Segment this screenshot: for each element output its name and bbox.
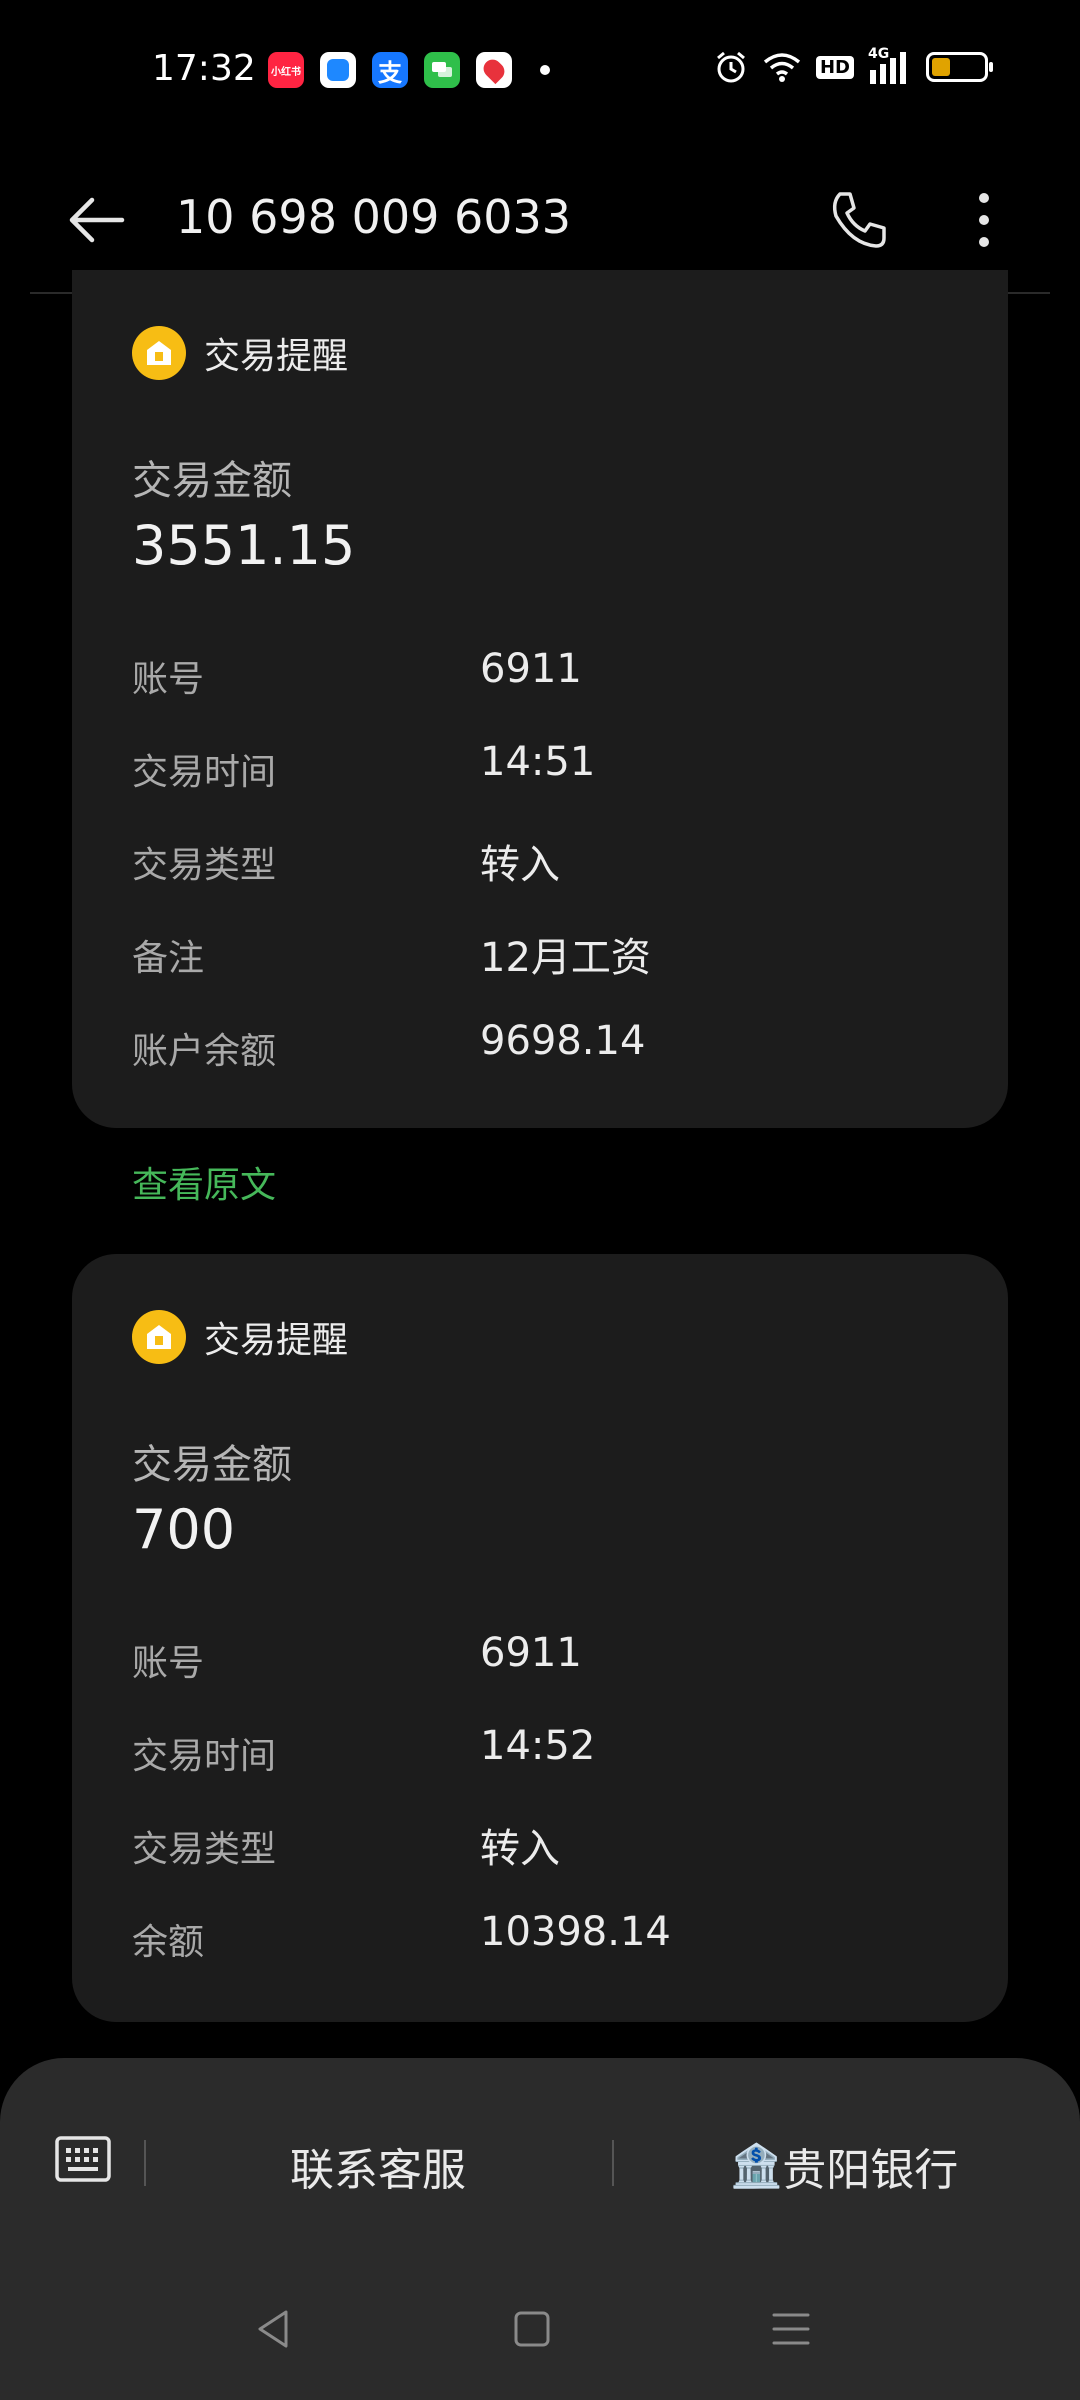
- card-title: 交易提醒: [204, 336, 349, 377]
- bank-badge-icon: [132, 326, 186, 380]
- square-home-icon: [514, 2311, 550, 2347]
- keyboard-icon: [55, 2136, 111, 2182]
- map-app-icon: [476, 52, 512, 88]
- more-options-button[interactable]: [962, 188, 1006, 252]
- note-label: 备注: [132, 938, 205, 979]
- time-label: 交易时间: [132, 1736, 277, 1777]
- balance-label: 余额: [132, 1922, 205, 1963]
- amount-label: 交易金额: [132, 458, 292, 504]
- type-value: 转入: [480, 1826, 560, 1872]
- transaction-card: 交易提醒 交易金额 3551.15 账号 6911 交易时间 14:51 交易类…: [72, 270, 1008, 1128]
- alipay-icon: 支: [372, 52, 408, 88]
- sender-number: 10 698 009 6033: [176, 190, 572, 244]
- view-original-link[interactable]: 查看原文: [132, 1156, 276, 1208]
- more-notifications-dot: [540, 65, 550, 75]
- note-value: 12月工资: [480, 935, 651, 981]
- contact-service-button[interactable]: 联系客服: [290, 2134, 466, 2198]
- amount-label: 交易金额: [132, 1442, 292, 1488]
- type-label: 交易类型: [132, 1829, 277, 1870]
- nav-recents-button[interactable]: [766, 2304, 816, 2354]
- blue-app-icon: [320, 52, 356, 88]
- status-indicators: HD 4G: [714, 46, 993, 84]
- status-bar: 17:32 小红书 支 HD 4G: [0, 0, 1080, 140]
- bank-menu-button[interactable]: 🏦 贵阳银行: [730, 2134, 958, 2198]
- amount-value: 3551.15: [132, 514, 356, 577]
- keyboard-toggle-button[interactable]: [54, 2134, 112, 2184]
- balance-value: 9698.14: [480, 1018, 646, 1064]
- wifi-icon: [763, 53, 801, 82]
- messages-icon: [424, 52, 460, 88]
- type-value: 转入: [480, 842, 560, 888]
- menu-divider: [144, 2140, 146, 2186]
- notification-icons: 小红书 支: [268, 52, 550, 88]
- account-label: 账号: [132, 1643, 205, 1684]
- call-button[interactable]: [826, 188, 890, 252]
- more-vertical-icon: [979, 193, 989, 247]
- time-label: 交易时间: [132, 752, 277, 793]
- battery-icon: [926, 52, 993, 82]
- triangle-back-icon: [258, 2310, 288, 2348]
- amount-value: 700: [132, 1498, 236, 1561]
- bank-menu-label: 贵阳银行: [782, 2145, 959, 2196]
- back-button[interactable]: [62, 190, 132, 250]
- bank-badge-icon: [132, 1310, 186, 1364]
- signal-icon: 4G: [868, 46, 912, 84]
- phone-icon: [832, 192, 886, 248]
- account-label: 账号: [132, 659, 205, 700]
- bank-building-icon: 🏦: [730, 2141, 783, 2190]
- xiaohongshu-icon: 小红书: [268, 52, 304, 88]
- system-nav-bar: [0, 2304, 1080, 2384]
- back-arrow-icon: [69, 197, 125, 243]
- card-title: 交易提醒: [204, 1320, 349, 1361]
- card-header: 交易提醒: [132, 326, 348, 380]
- nav-home-button[interactable]: [507, 2304, 557, 2354]
- balance-label: 账户余额: [132, 1031, 277, 1072]
- menu-lines-icon: [772, 2313, 810, 2345]
- nav-back-button[interactable]: [248, 2304, 298, 2354]
- balance-value: 10398.14: [480, 1909, 671, 1955]
- account-value: 6911: [480, 1630, 582, 1676]
- time-value: 14:51: [480, 739, 596, 785]
- alarm-icon: [717, 51, 745, 83]
- type-label: 交易类型: [132, 845, 277, 886]
- transaction-card: 交易提醒 交易金额 700 账号 6911 交易时间 14:52 交易类型 转入…: [72, 1254, 1008, 2022]
- account-value: 6911: [480, 646, 582, 692]
- bottom-menu-panel: 联系客服 🏦 贵阳银行: [0, 2058, 1080, 2400]
- hd-badge: HD: [815, 55, 854, 79]
- conversation-header: 10 698 009 6033: [0, 150, 1080, 290]
- card-header: 交易提醒: [132, 1310, 348, 1364]
- status-time: 17:32: [152, 48, 256, 89]
- time-value: 14:52: [480, 1723, 596, 1769]
- menu-divider: [612, 2140, 614, 2186]
